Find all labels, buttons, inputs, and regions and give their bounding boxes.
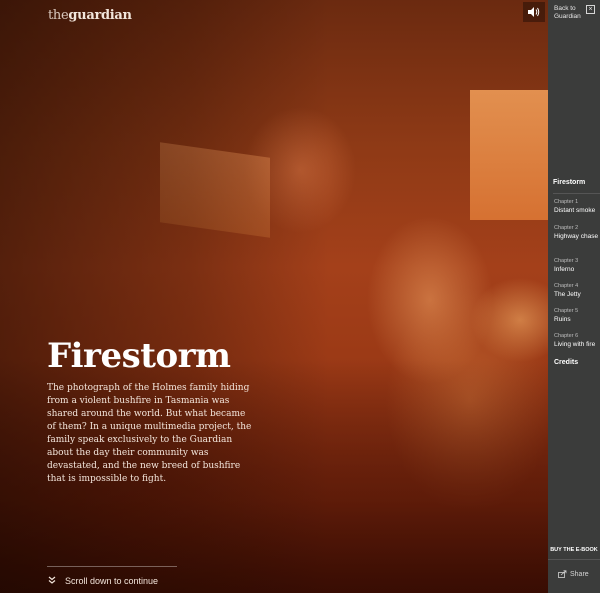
chapter-number: Chapter 5 <box>554 308 579 314</box>
hero-shade <box>0 0 548 593</box>
guardian-logo[interactable]: theguardian <box>48 8 132 23</box>
nav-item-credits[interactable]: Credits <box>554 359 578 366</box>
back-to-guardian-link[interactable]: Back to Guardian <box>554 5 590 21</box>
chapter-number: Chapter 1 <box>554 199 579 205</box>
chapter-title: Distant smoke <box>554 206 596 214</box>
logo-name: guardian <box>68 8 132 23</box>
chapter-title: Inferno <box>554 265 575 273</box>
scroll-down-link[interactable]: Scroll down to continue <box>47 566 177 590</box>
chapter-title: Living with fire <box>554 340 596 348</box>
share-label: Share <box>570 570 589 578</box>
logo-prefix: the <box>48 8 69 23</box>
hero-photo: theguardian Firestorm The photograph of … <box>0 0 548 593</box>
buy-ebook-button[interactable]: BUY THE E-BOOK <box>548 545 600 560</box>
double-chevron-down-icon <box>47 576 57 585</box>
chapter-title: The Jetty <box>554 290 581 298</box>
chapter-number: Chapter 3 <box>554 258 579 264</box>
chapter-title: Highway chase <box>554 232 599 240</box>
sound-toggle-button[interactable] <box>523 2 545 22</box>
nav-item-firestorm[interactable]: Firestorm <box>553 179 600 194</box>
nav-item-chapter-1[interactable]: Chapter 1 Distant smoke <box>554 199 600 214</box>
chapter-title: Ruins <box>554 315 571 323</box>
page-title: Firestorm <box>47 336 231 376</box>
chapter-number: Chapter 2 <box>554 225 579 231</box>
share-icon <box>558 570 567 578</box>
chapter-number: Chapter 6 <box>554 333 579 339</box>
nav-item-chapter-6[interactable]: Chapter 6 Living with fire <box>554 333 600 348</box>
speaker-icon <box>528 7 540 17</box>
scroll-label: Scroll down to continue <box>65 575 159 586</box>
share-button[interactable]: Share <box>558 570 589 578</box>
close-icon[interactable]: × <box>586 5 595 14</box>
intro-text: The photograph of the Holmes family hidi… <box>47 383 252 484</box>
chapter-number: Chapter 4 <box>554 283 579 289</box>
chapter-sidebar: Back to Guardian × Firestorm Chapter 1 D… <box>548 0 600 593</box>
nav-item-chapter-3[interactable]: Chapter 3 Inferno <box>554 258 600 273</box>
nav-item-chapter-2[interactable]: Chapter 2 Highway chase <box>554 225 600 240</box>
nav-item-chapter-4[interactable]: Chapter 4 The Jetty <box>554 283 600 298</box>
nav-item-chapter-5[interactable]: Chapter 5 Ruins <box>554 308 600 323</box>
